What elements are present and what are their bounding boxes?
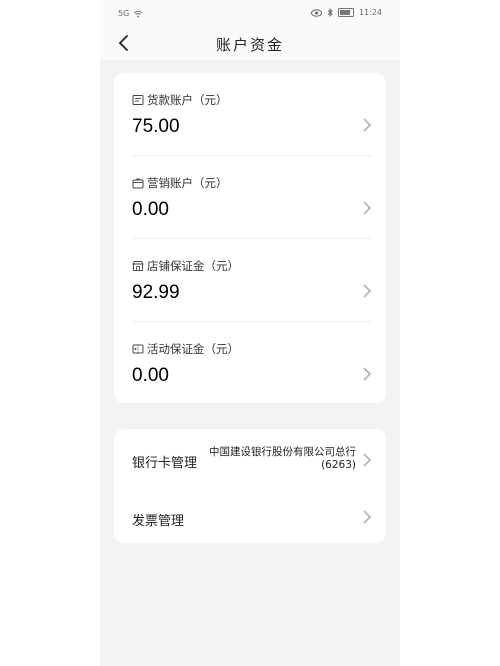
account-row-store-deposit[interactable]: 店铺保证金（元） 92.99 [114, 239, 386, 322]
status-bar: 5G 11:24 [100, 0, 400, 28]
chevron-right-icon [363, 367, 372, 381]
status-left: 5G [118, 9, 143, 18]
chevron-right-icon [363, 201, 372, 215]
account-label: 货款账户（元） [147, 93, 228, 107]
nav-bar: 账户资金 [100, 28, 400, 61]
account-value: 0.00 [132, 199, 169, 220]
account-value: 0.00 [132, 365, 169, 386]
account-label: 活动保证金（元） [147, 342, 239, 356]
account-row-goods[interactable]: 货款账户（元） 75.00 [114, 73, 386, 156]
account-row-activity-deposit[interactable]: 活动保证金（元） 0.00 [114, 322, 386, 405]
bank-card-label: 银行卡管理 [132, 456, 198, 471]
phone-screen: 5G 11:24 账户资金 货款账户（元） 75.00 营销账户（元） 0.00… [100, 0, 400, 666]
bank-card-info: 中国建设银行股份有限公司总行 (6263) [209, 446, 356, 472]
account-value: 92.99 [132, 282, 180, 303]
invoice-label: 发票管理 [132, 514, 185, 529]
battery-icon [337, 8, 354, 17]
account-label-wrap: 店铺保证金（元） [132, 258, 239, 274]
eye-icon [310, 8, 322, 17]
ledger-icon [132, 95, 144, 105]
chevron-right-icon [363, 510, 372, 524]
invoice-row[interactable]: 发票管理 [114, 486, 386, 543]
wifi-icon [133, 10, 143, 17]
signal-text: 5G [118, 9, 130, 18]
account-label: 营销账户（元） [147, 176, 228, 190]
account-label-wrap: 货款账户（元） [132, 92, 228, 108]
account-value: 75.00 [132, 116, 180, 137]
card-tail: (6263) [321, 459, 356, 471]
account-row-marketing[interactable]: 营销账户（元） 0.00 [114, 156, 386, 239]
bluetooth-icon [327, 8, 333, 17]
chevron-right-icon [363, 118, 372, 132]
bank-name: 中国建设银行股份有限公司总行 [209, 446, 356, 458]
chevron-right-icon [363, 453, 372, 467]
page-title: 账户资金 [215, 36, 284, 54]
store-icon [132, 261, 144, 271]
status-time: 11:24 [358, 8, 382, 17]
account-label-wrap: 活动保证金（元） [132, 341, 239, 357]
account-label-wrap: 营销账户（元） [132, 175, 228, 191]
status-right: 11:24 [310, 8, 382, 17]
accounts-card: 货款账户（元） 75.00 营销账户（元） 0.00 店铺保证金（元） 92.9… [114, 73, 386, 403]
management-card: 银行卡管理 中国建设银行股份有限公司总行 (6263) 发票管理 [114, 429, 386, 543]
bank-card-row[interactable]: 银行卡管理 中国建设银行股份有限公司总行 (6263) [114, 429, 386, 486]
chevron-right-icon [363, 284, 372, 298]
account-label: 店铺保证金（元） [147, 259, 239, 273]
ticket-icon [132, 344, 144, 354]
gift-box-icon [132, 178, 144, 189]
